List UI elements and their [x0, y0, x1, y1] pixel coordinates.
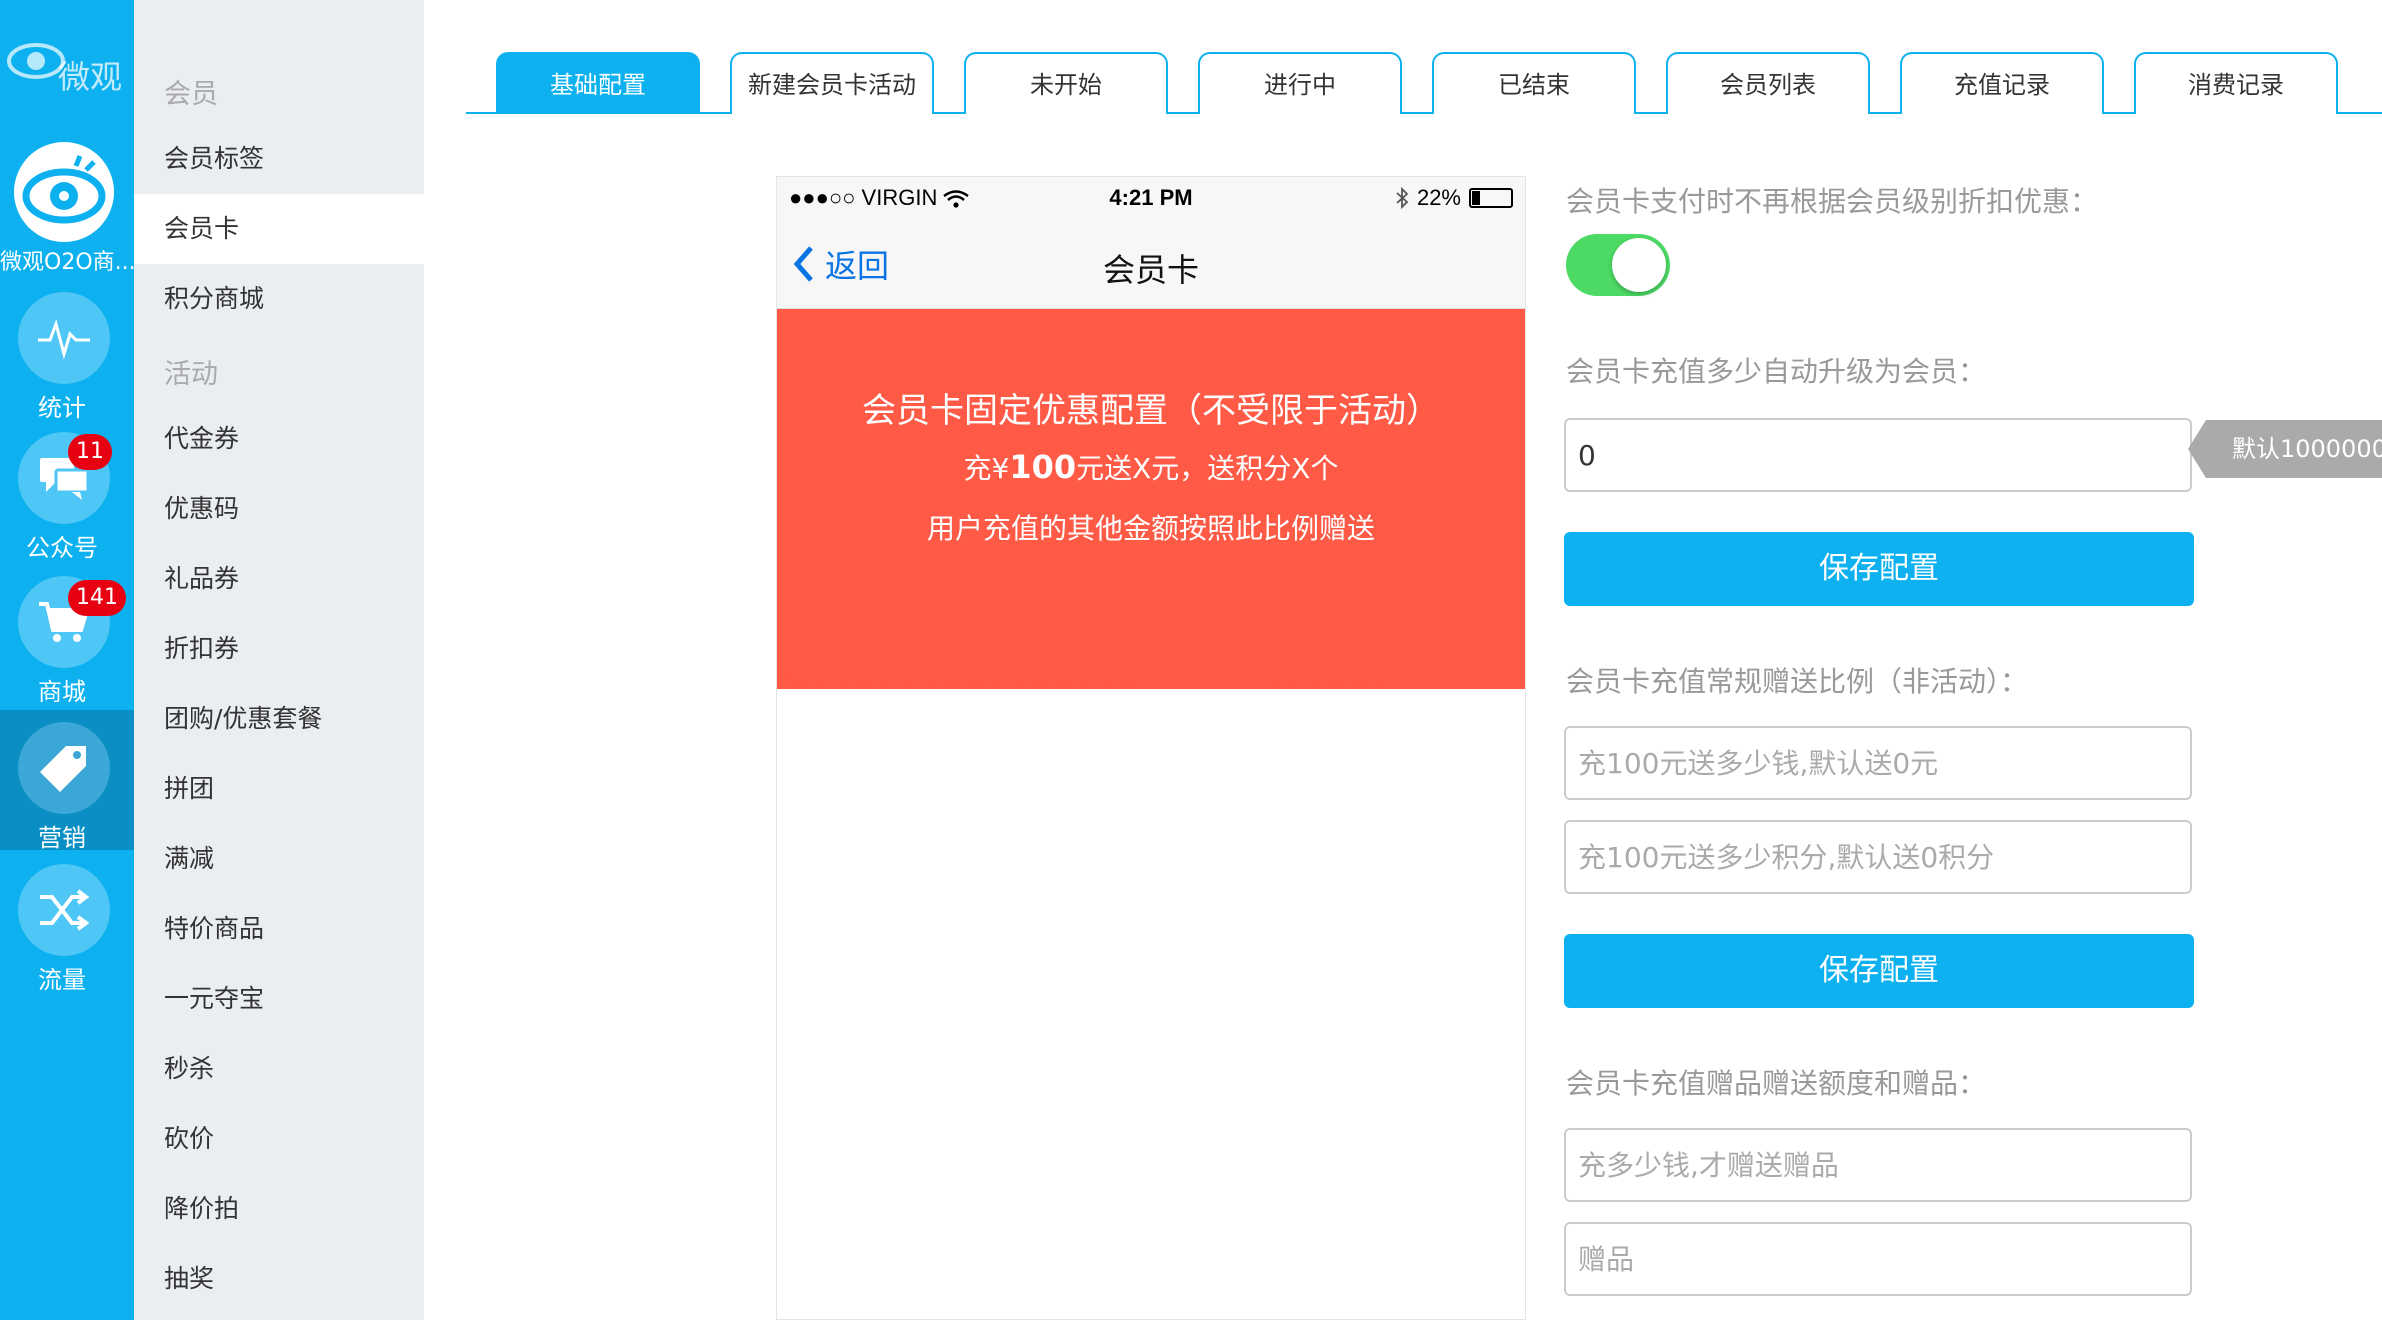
rail-label: 公众号 [26, 534, 98, 562]
tab-basic-config[interactable]: 基础配置 [496, 52, 700, 114]
label-regular-bonus: 会员卡充值常规赠送比例（非活动）： [1566, 665, 2029, 698]
bluetooth-icon [1396, 187, 1409, 209]
bonus-money-input[interactable] [1564, 726, 2192, 800]
pulse-icon [38, 319, 90, 360]
gift-threshold-input[interactable] [1564, 1128, 2192, 1202]
rail-item-marketing-circle [18, 722, 110, 814]
menu-item-voucher[interactable]: 代金券 [134, 404, 424, 474]
menu-item-promo-code[interactable]: 优惠码 [134, 474, 424, 544]
menu-item-full-reduction[interactable]: 满减 [134, 824, 424, 894]
battery-fill [1472, 191, 1480, 205]
tag-icon [40, 746, 86, 792]
order-badge: 141 [68, 580, 126, 616]
brand-logo: 微观 [0, 28, 134, 108]
save-button-bonus[interactable]: 保存配置 [1564, 934, 2194, 1008]
menu-item-member-tags[interactable]: 会员标签 [134, 124, 424, 194]
auto-upgrade-input[interactable] [1564, 418, 2192, 492]
menu-item-discount-coupon[interactable]: 折扣券 [134, 614, 424, 684]
menu-item-gift-coupon[interactable]: 礼品券 [134, 544, 424, 614]
promo-currency: 充¥ [963, 452, 1010, 485]
promo-banner: 会员卡固定优惠配置（不受限于活动） 充¥100元送X元，送积分X个 用户充值的其… [777, 309, 1525, 689]
rail-item-stats[interactable]: 统计 [0, 280, 134, 422]
tab-member-list[interactable]: 会员列表 [1666, 52, 1870, 114]
phone-status-bar: ●●●○○ VIRGIN 4:21 PM 22% [777, 177, 1525, 221]
promo-line-2: 充¥100元送X元，送积分X个 [777, 447, 1525, 487]
submenu: 会员 会员标签 会员卡 积分商城 活动 代金券 优惠码 礼品券 折扣券 团购/优… [134, 0, 424, 1320]
menu-item-bargain[interactable]: 砍价 [134, 1104, 424, 1174]
menu-item-group-buy[interactable]: 团购/优惠套餐 [134, 684, 424, 754]
zigzag-edge [777, 661, 1525, 689]
battery-icon [1469, 188, 1513, 208]
menu-item-flash-sale[interactable]: 秒杀 [134, 1034, 424, 1104]
rail-label: 流量 [38, 966, 86, 994]
promo-bonus-text: 元送X元，送积分X个 [1076, 452, 1339, 485]
no-discount-toggle[interactable] [1566, 234, 1670, 296]
rail-item-marketing[interactable]: 营销 [0, 710, 134, 852]
tab-consumption-records[interactable]: 消费记录 [2134, 52, 2338, 114]
zigzag-path [777, 661, 1525, 689]
eye-logo-icon [7, 43, 65, 79]
menu-item-member-card[interactable]: 会员卡 [134, 194, 424, 264]
menu-item-points-mall[interactable]: 积分商城 [134, 264, 424, 334]
tab-not-started[interactable]: 未开始 [964, 52, 1168, 114]
promo-title: 会员卡固定优惠配置（不受限于活动） [862, 391, 1440, 431]
rail-item-stats-circle [18, 292, 110, 384]
rail-item-traffic[interactable]: 流量 [0, 852, 134, 994]
menu-item-one-yuan[interactable]: 一元夺宝 [134, 964, 424, 1034]
logo-text: 微观 [58, 58, 123, 96]
gift-name-input[interactable] [1564, 1222, 2192, 1296]
app-avatar[interactable] [14, 142, 114, 242]
menu-group-member: 会员 [164, 79, 218, 110]
eye-avatar-icon [22, 155, 106, 224]
default-tip: 默认1000000 [2206, 420, 2382, 478]
label-auto-upgrade: 会员卡充值多少自动升级为会员： [1566, 355, 1987, 388]
rail-label: 商城 [38, 678, 86, 706]
shuffle-icon [40, 889, 90, 931]
bonus-points-input[interactable] [1564, 820, 2192, 894]
menu-item-pintuan[interactable]: 拼团 [134, 754, 424, 824]
tip-arrow [2188, 420, 2206, 478]
rail-item-traffic-circle [18, 864, 110, 956]
label-gift: 会员卡充值赠品赠送额度和赠品： [1566, 1067, 1987, 1100]
unread-badge: 11 [68, 434, 112, 470]
menu-item-special-price[interactable]: 特价商品 [134, 894, 424, 964]
tab-ended[interactable]: 已结束 [1432, 52, 1636, 114]
rail-label: 统计 [38, 394, 86, 422]
label-no-discount: 会员卡支付时不再根据会员级别折扣优惠： [1566, 185, 2099, 218]
app-name: 微观O2O商... [0, 250, 134, 275]
toggle-knob [1612, 238, 1666, 292]
icon-rail: 微观 微观O2O商... 统计 公众号 11 商城 141 营销 流量 [0, 0, 134, 1320]
save-button-upgrade[interactable]: 保存配置 [1564, 532, 2194, 606]
menu-item-lottery[interactable]: 抽奖 [134, 1244, 424, 1314]
menu-group-activity: 活动 [164, 359, 218, 390]
promo-line-3: 用户充值的其他金额按照此比例赠送 [926, 512, 1375, 545]
tab-in-progress[interactable]: 进行中 [1198, 52, 1402, 114]
phone-nav-bar: 返回 会员卡 [777, 221, 1525, 309]
phone-preview: ●●●○○ VIRGIN 4:21 PM 22% 返回 会员卡 会员卡固定优惠配… [776, 176, 1526, 1320]
rail-item-wechat[interactable]: 公众号 [0, 420, 134, 562]
promo-amount: 100 [1009, 448, 1077, 486]
tab-recharge-records[interactable]: 充值记录 [1900, 52, 2104, 114]
rail-label: 营销 [38, 824, 86, 852]
battery-percent: 22% [1416, 185, 1461, 210]
menu-item-price-drop[interactable]: 降价拍 [134, 1174, 424, 1244]
battery-status: 22% [1395, 185, 1513, 211]
phone-title: 会员卡 [1102, 251, 1199, 289]
tab-new-card-activity[interactable]: 新建会员卡活动 [730, 52, 934, 114]
